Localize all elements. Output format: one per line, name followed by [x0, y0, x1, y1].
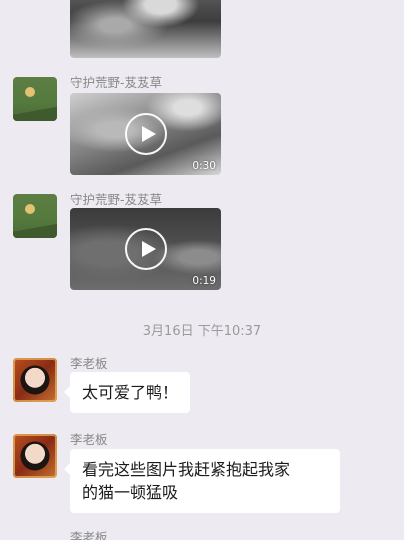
sender-name: 李老板 [70, 432, 108, 447]
video-message-thumbnail[interactable]: 0:30 [70, 93, 221, 175]
avatar[interactable] [13, 358, 57, 402]
chat-timestamp: 3月16日 下午10:37 [142, 324, 262, 339]
message-bubble[interactable]: 太可爱了鸭！ [63, 372, 191, 413]
play-icon[interactable] [124, 113, 167, 155]
video-duration: 0:30 [192, 160, 216, 172]
sender-name: 守护荒野-芨芨草 [70, 75, 163, 90]
video-message-thumbnail[interactable] [70, 0, 221, 58]
sender-name: 守护荒野-芨芨草 [70, 192, 163, 207]
message-text-line: 看完这些图片我赶紧抱起我家 [82, 460, 291, 479]
avatar[interactable] [13, 194, 57, 238]
sender-name: 李老板 [70, 530, 108, 540]
message-text-line: 的猫一顿猛吸 [82, 483, 179, 502]
message-text: 太可爱了鸭！ [82, 383, 179, 402]
chat-window: 守护荒野-芨芨草 0:30 守护荒野-芨芨草 0:19 3月16日 下午10:3… [0, 0, 404, 540]
message-bubble[interactable]: 看完这些图片我赶紧抱起我家 的猫一顿猛吸 [64, 449, 340, 513]
avatar[interactable] [13, 434, 57, 478]
video-message-thumbnail[interactable]: 0:19 [70, 208, 221, 290]
avatar[interactable] [13, 77, 57, 121]
sender-name: 李老板 [70, 356, 108, 371]
video-duration: 0:19 [192, 275, 216, 287]
play-icon[interactable] [124, 228, 167, 270]
